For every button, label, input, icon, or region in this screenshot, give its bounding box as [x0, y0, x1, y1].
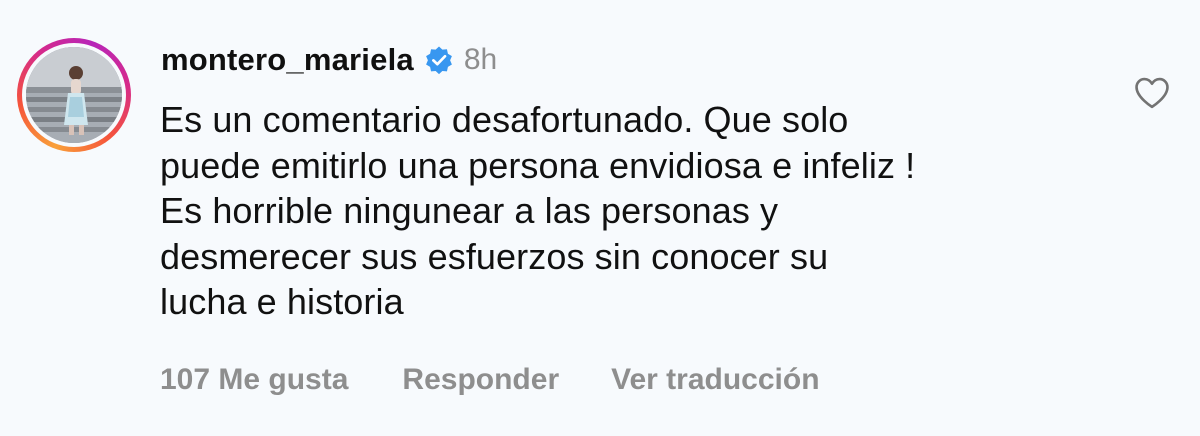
heart-outline-icon[interactable]: [1133, 76, 1171, 110]
reply-button[interactable]: Responder: [402, 363, 559, 397]
comment-timestamp: 8h: [463, 43, 498, 76]
username-link[interactable]: montero_mariela: [161, 42, 414, 78]
see-translation-button[interactable]: Ver traducción: [611, 363, 819, 397]
avatar[interactable]: [26, 47, 122, 143]
comment-text: Es un comentario desafortunado. Que solo…: [160, 99, 916, 322]
avatar-photo: [26, 47, 122, 143]
comment: montero_mariela 8h Es un comentario desa…: [0, 0, 1200, 436]
verified-badge-icon: [425, 46, 452, 75]
comment-header: montero_mariela 8h: [161, 38, 497, 82]
likes-count-link[interactable]: 107 Me gusta: [160, 363, 348, 397]
avatar-story-ring[interactable]: [17, 38, 131, 152]
comment-actions: 107 Me gusta Responder Ver traducción: [160, 358, 820, 402]
